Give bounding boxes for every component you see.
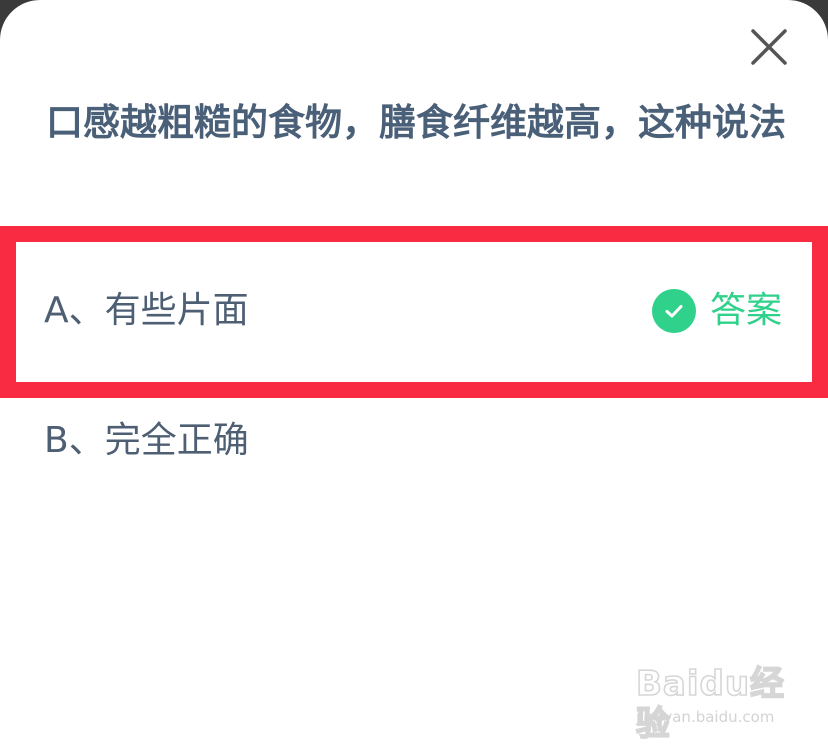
option-a-label: A、有些片面	[44, 290, 249, 331]
answer-label: 答案	[709, 290, 782, 331]
option-b[interactable]: B、完全正确	[0, 398, 828, 494]
option-b-label: B、完全正确	[44, 420, 249, 461]
check-circle-icon	[651, 289, 696, 333]
quiz-dialog: 口感越粗糙的食物，膳食纤维越高，这种说法 A、有些片面 答案 B、完全正确 Ba…	[0, 0, 828, 755]
watermark-url: jingyan.baidu.com	[636, 708, 775, 726]
question-text: 口感越粗糙的食物，膳食纤维越高，这种说法	[46, 101, 786, 144]
option-a[interactable]: A、有些片面 答案	[0, 226, 828, 398]
watermark-brand: Baidu经验	[635, 663, 786, 745]
baidu-watermark: Baidu经验 jingyan.baidu.com	[632, 663, 802, 745]
answer-badge: 答案	[651, 289, 782, 333]
close-icon[interactable]	[748, 26, 790, 68]
